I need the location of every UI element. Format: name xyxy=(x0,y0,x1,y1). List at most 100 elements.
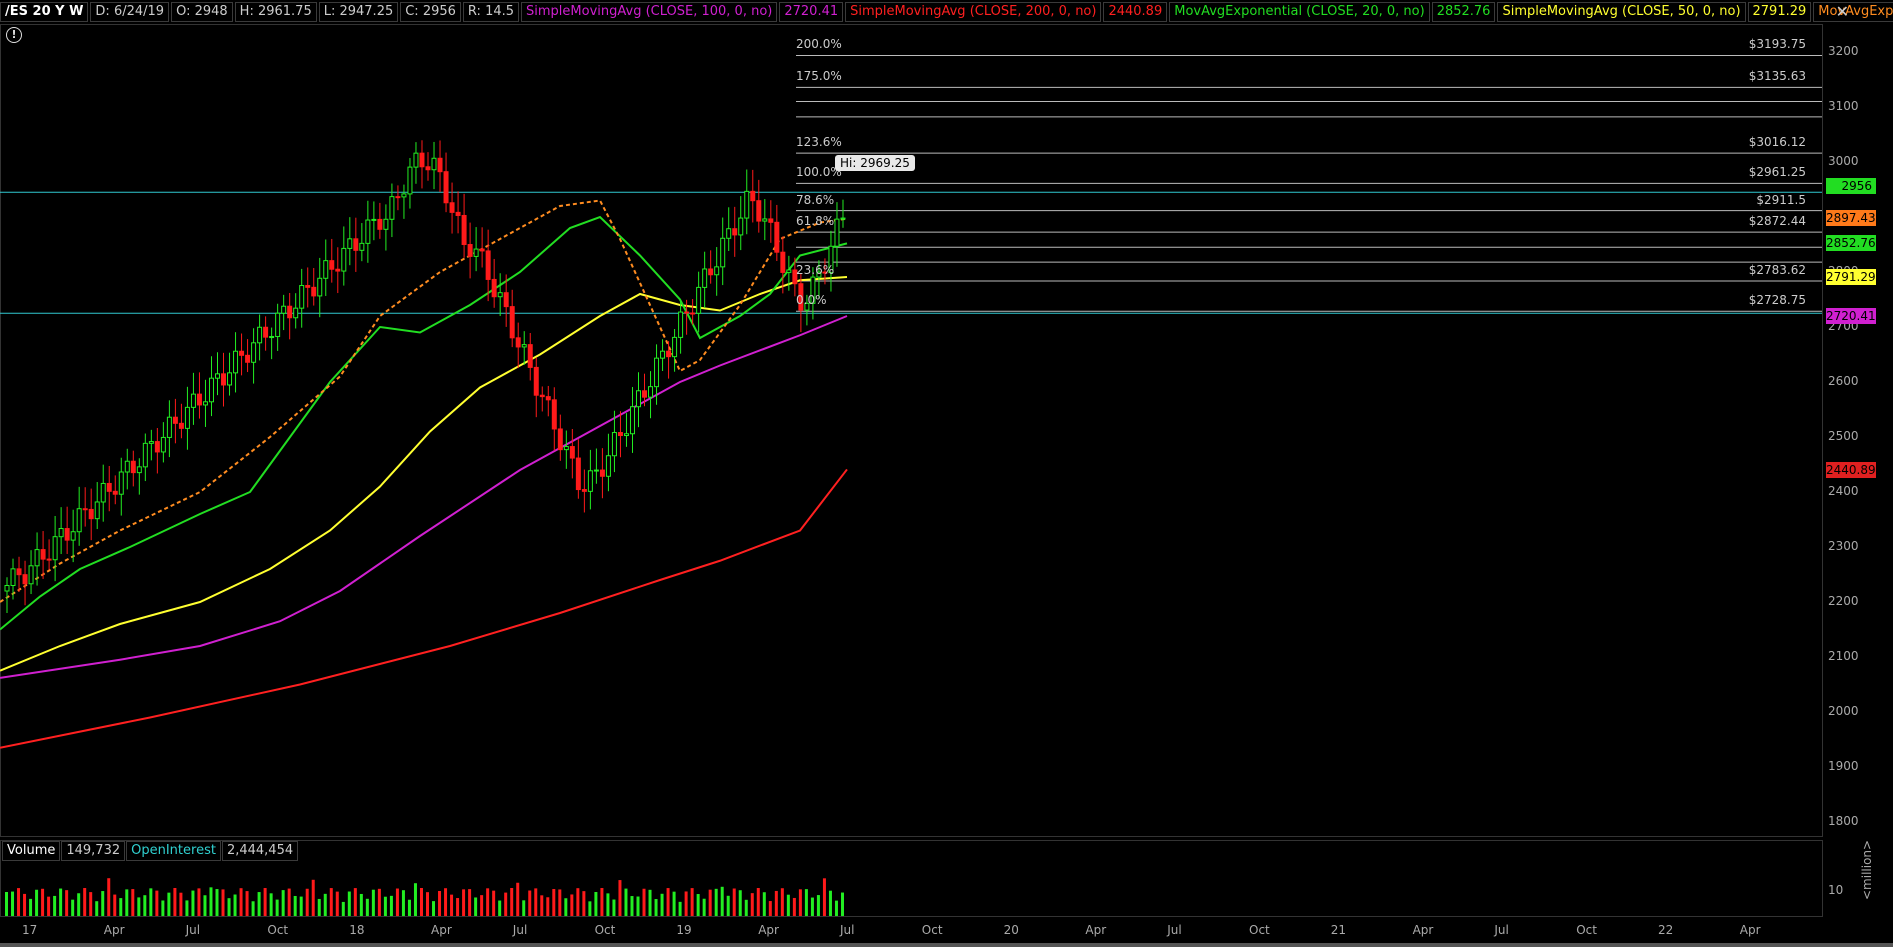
candle-body xyxy=(443,171,449,204)
ema-20-line xyxy=(0,215,848,631)
candle-body xyxy=(708,268,714,276)
x-tick-label: 19 xyxy=(676,923,692,937)
candle-body xyxy=(34,549,40,567)
volume-bar xyxy=(810,897,814,916)
study-label[interactable]: SimpleMovingAvg (CLOSE, 100, 0, no) xyxy=(521,2,778,22)
open-interest-label[interactable]: OpenInterest xyxy=(126,841,221,861)
candle-body xyxy=(557,428,563,451)
fib-price-label: $3135.63 xyxy=(1748,69,1806,84)
study-label[interactable]: MovAvgExponential (CLOSE, 20, 0, no) xyxy=(1169,2,1430,22)
candle-body xyxy=(497,292,503,298)
candle-body xyxy=(599,469,605,477)
price-label: 2956 xyxy=(1826,178,1876,195)
volume-bar xyxy=(504,892,508,916)
candle-body xyxy=(714,266,720,276)
candle-body xyxy=(257,326,263,344)
volume-bar xyxy=(510,888,514,916)
candle-body xyxy=(202,401,208,406)
candle-body xyxy=(28,565,34,585)
fib-percent-label: 61.8% xyxy=(796,214,835,229)
volume-bar xyxy=(690,888,694,916)
candle-body xyxy=(425,166,431,171)
volume-bar xyxy=(191,890,195,916)
volume-bar xyxy=(486,888,490,916)
candle-body xyxy=(696,286,702,314)
candle-body xyxy=(347,238,353,249)
volume-bar xyxy=(660,893,664,916)
fib-percent-label: 78.6% xyxy=(796,192,835,207)
sma-200-line xyxy=(0,468,848,749)
candle-body xyxy=(539,394,545,398)
candle-body xyxy=(617,432,623,437)
high-bubble: Hi: 2969.25 xyxy=(835,155,915,171)
volume-bar xyxy=(83,888,87,916)
candle-body xyxy=(593,469,599,472)
volume-bar xyxy=(468,889,472,916)
fib-percent-label: 123.6% xyxy=(796,135,842,150)
candle-body xyxy=(605,455,611,477)
date-label: D: 6/24/19 xyxy=(90,2,170,22)
y-tick-label: 3000 xyxy=(1828,154,1859,168)
candle-body xyxy=(130,460,136,474)
candle-body xyxy=(654,357,660,388)
volume-label[interactable]: Volume xyxy=(2,841,61,861)
candle-body xyxy=(383,218,389,230)
alert-icon[interactable]: ! xyxy=(6,27,22,43)
study-value: 2852.76 xyxy=(1431,2,1496,22)
candle-body xyxy=(569,446,575,459)
volume-bar xyxy=(395,888,399,916)
candle-body xyxy=(786,269,792,273)
study-label[interactable]: MovAvgExponential (CLOSE, 8, 0, no) xyxy=(1813,2,1893,22)
candle-body xyxy=(94,501,100,520)
volume-bar xyxy=(714,888,718,916)
x-tick-label: Oct xyxy=(1576,923,1597,937)
volume-bar xyxy=(401,890,405,916)
ema-8-line xyxy=(0,199,848,603)
candle-body xyxy=(154,441,160,453)
candle-body xyxy=(311,286,317,297)
volume-bar xyxy=(53,895,57,916)
volume-bar xyxy=(167,892,171,916)
study-label[interactable]: SimpleMovingAvg (CLOSE, 200, 0, no) xyxy=(845,2,1102,22)
study-label[interactable]: SimpleMovingAvg (CLOSE, 50, 0, no) xyxy=(1497,2,1746,22)
candle-body xyxy=(503,292,509,308)
volume-bar xyxy=(107,878,111,916)
volume-bar xyxy=(89,892,93,916)
volume-bar xyxy=(654,899,658,916)
candle-body xyxy=(401,193,407,198)
candle-body xyxy=(720,237,726,268)
volume-bar xyxy=(239,888,243,916)
volume-bar xyxy=(215,889,219,916)
candle-body xyxy=(780,251,786,273)
price-chart[interactable] xyxy=(0,0,1893,947)
volume-bar xyxy=(618,880,622,916)
volume-bar xyxy=(834,900,838,916)
close-icon[interactable]: ✕ xyxy=(1836,2,1849,21)
study-value: 2440.89 xyxy=(1103,2,1168,22)
volume-bar xyxy=(474,897,478,916)
symbol-label[interactable]: /ES 20 Y W xyxy=(0,2,89,22)
volume-bar xyxy=(293,895,297,916)
candle-body xyxy=(106,482,112,492)
volume-bar xyxy=(281,890,285,916)
candle-body xyxy=(473,248,479,257)
candle-body xyxy=(575,457,581,491)
candle-body xyxy=(702,268,708,288)
volume-bar xyxy=(251,901,255,916)
candle-body xyxy=(112,490,118,495)
x-tick-label: Oct xyxy=(594,923,616,937)
volume-bar xyxy=(672,891,676,916)
candle-body xyxy=(88,508,94,520)
volume-bar xyxy=(377,888,381,916)
candle-body xyxy=(449,202,455,213)
volume-bar xyxy=(576,888,580,916)
price-label: 2897.43 xyxy=(1826,210,1876,227)
volume-bar xyxy=(534,888,538,916)
price-label: 2720.41 xyxy=(1826,307,1876,324)
volume-bar xyxy=(413,883,417,916)
volume-bar xyxy=(546,897,550,916)
fib-price-label: $3016.12 xyxy=(1748,135,1806,150)
volume-bar xyxy=(528,890,532,916)
candle-body xyxy=(353,238,359,251)
volume-bar xyxy=(696,894,700,916)
